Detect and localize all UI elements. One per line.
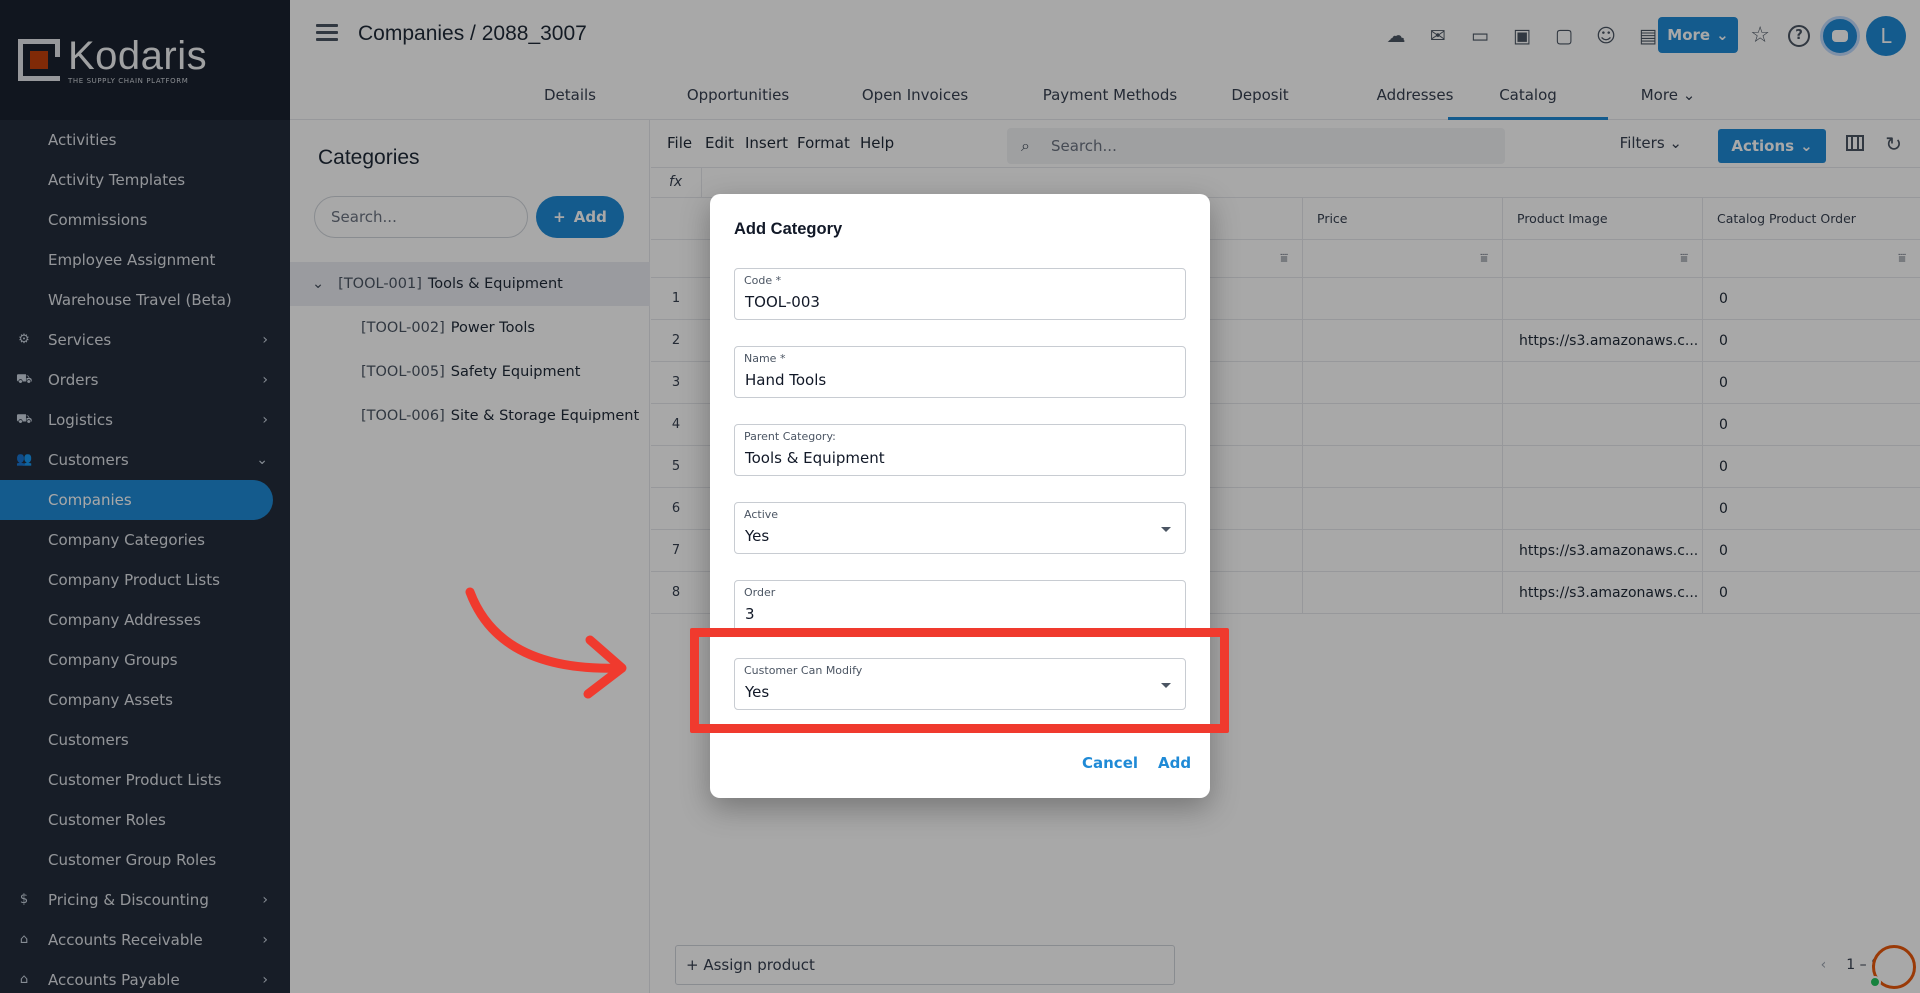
order-field[interactable]: Order 3	[734, 580, 1186, 632]
field-value: Hand Tools	[745, 371, 827, 389]
highlight-box	[690, 628, 1229, 733]
cancel-button[interactable]: Cancel	[1082, 754, 1138, 772]
dropdown-caret-icon	[1161, 527, 1171, 532]
parent-category-field[interactable]: Parent Category: Tools & Equipment	[734, 424, 1186, 476]
field-label: Code *	[744, 274, 782, 287]
add-button[interactable]: Add	[1158, 754, 1191, 772]
field-label: Parent Category:	[744, 430, 836, 443]
field-value: 3	[745, 605, 755, 623]
field-value: Tools & Equipment	[745, 449, 885, 467]
active-select[interactable]: Active Yes	[734, 502, 1186, 554]
field-value: Yes	[745, 527, 770, 545]
field-value: TOOL-003	[745, 293, 820, 311]
annotation-arrow	[465, 587, 627, 699]
field-label: Active	[744, 508, 779, 521]
field-label: Name *	[744, 352, 786, 365]
dialog-title: Add Category	[734, 220, 843, 238]
field-label: Order	[744, 586, 776, 599]
name-field[interactable]: Name * Hand Tools	[734, 346, 1186, 398]
code-field[interactable]: Code * TOOL-003	[734, 268, 1186, 320]
